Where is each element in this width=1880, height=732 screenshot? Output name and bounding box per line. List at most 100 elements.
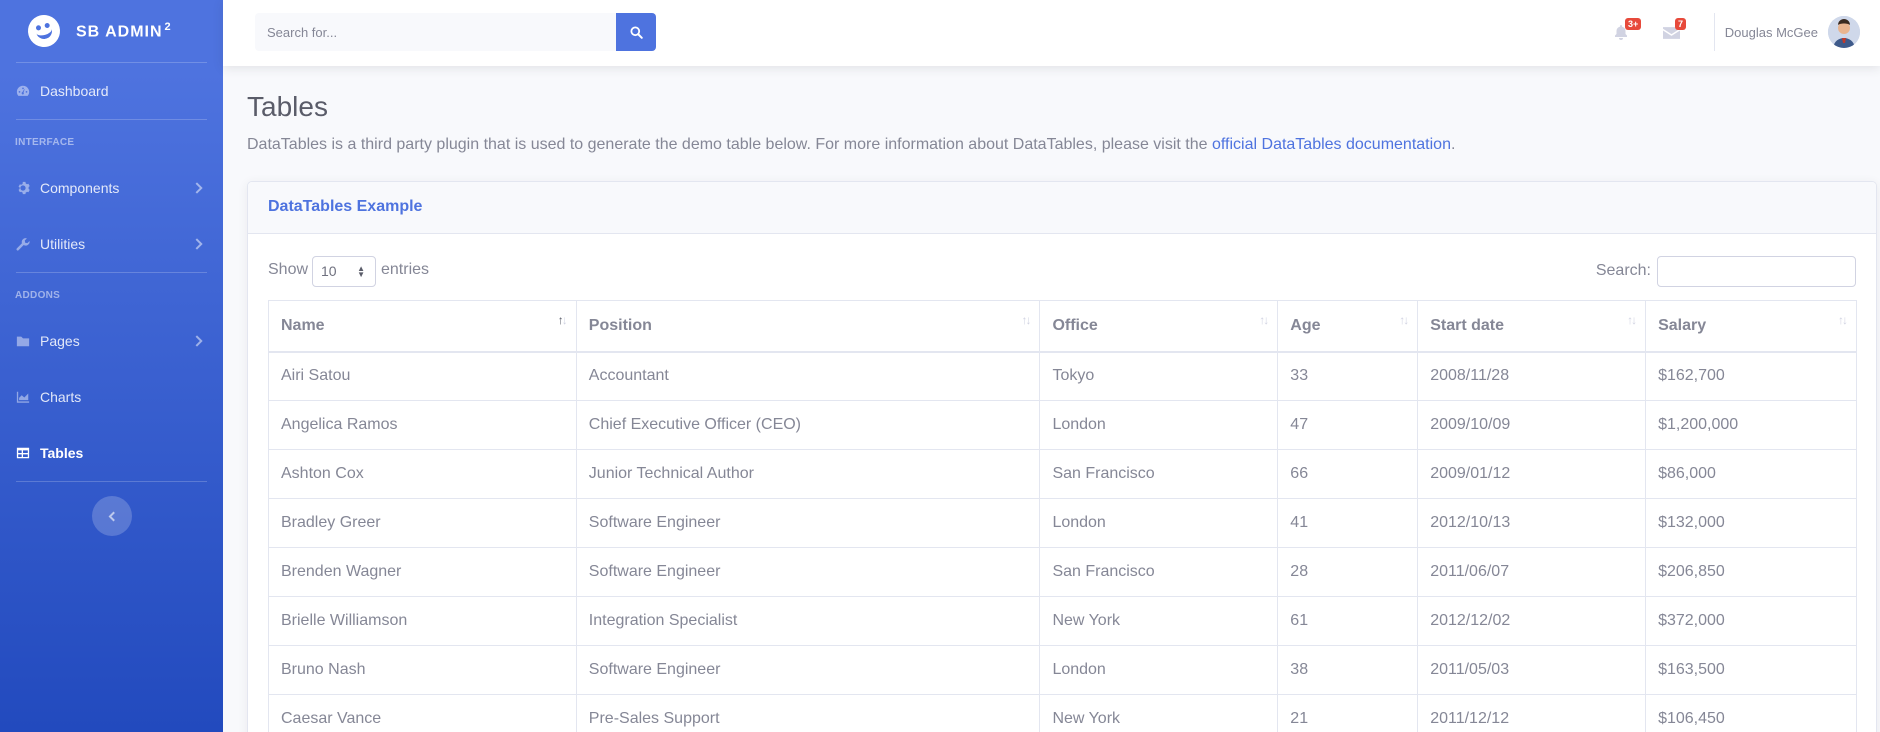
sidebar-item-dashboard[interactable]: Dashboard (0, 63, 223, 119)
sidebar-item-components[interactable]: Components (0, 160, 223, 216)
table-cell: Tokyo (1039, 351, 1279, 401)
sort-icon: ↑↓ (1838, 313, 1848, 327)
page-description: DataTables is a third party plugin that … (247, 136, 1455, 154)
column-header[interactable]: Position ↑↓ (575, 300, 1041, 353)
laugh-wink-icon (24, 11, 64, 51)
table-row: Caesar Vance Pre-Sales Support New York 21 2… (268, 694, 1857, 732)
chevron-right-icon (191, 238, 203, 250)
sidebar-item-pages[interactable]: Pages (0, 313, 223, 369)
brand-name: SB Admin 2 (76, 20, 172, 41)
chart-area-icon (16, 391, 30, 403)
alerts-dropdown[interactable]: 3+ (1613, 18, 1642, 44)
table-cell: Airi Satou (268, 351, 577, 401)
table-cell: $206,850 (1645, 547, 1857, 597)
user-avatar-icon (1828, 16, 1860, 48)
cog-icon (18, 181, 30, 195)
table-cell: Accountant (575, 351, 1041, 401)
table-row: Angelica Ramos Chief Executive Officer (C… (268, 400, 1857, 450)
column-header[interactable]: Name ↑↓ (268, 300, 577, 353)
table-body: Airi Satou Accountant Tokyo 33 2008/11/28 $16… (268, 351, 1857, 732)
entries-length-select[interactable]: 10 ▲ ▼ (312, 256, 376, 287)
column-header[interactable]: Salary ↑↓ (1645, 300, 1857, 353)
table-cell: 66 (1277, 449, 1419, 499)
table-controls: Show 10 ▲ ▼ entries Search: (268, 256, 1856, 288)
alerts-badge: 3+ (1625, 18, 1642, 30)
table-row: Brielle Williamson Integration Specialist… (268, 596, 1857, 646)
sort-icon: ↑↓ (1259, 313, 1269, 327)
table-cell: London (1039, 400, 1279, 450)
table-cell: Ashton Cox (268, 449, 577, 499)
table-cell: 2011/05/03 (1417, 645, 1647, 695)
chevron-left-icon (108, 511, 118, 521)
page-description-text: DataTables is a third party plugin that … (247, 136, 1212, 153)
data-table: Name ↑↓ Position ↑↓ Office ↑↓ Age ↑↓ Start date ↑… (268, 300, 1857, 732)
topbar-divider (1714, 13, 1715, 51)
table-cell: $1,200,000 (1645, 400, 1857, 450)
column-header-label: Salary (1658, 316, 1707, 334)
datatables-docs-link[interactable]: official DataTables documentation (1212, 136, 1451, 153)
table-cell: 21 (1277, 694, 1419, 732)
table-cell: San Francisco (1039, 449, 1279, 499)
table-cell: 47 (1277, 400, 1419, 450)
sidebar-item-charts[interactable]: Charts (0, 369, 223, 425)
table-cell: Chief Executive Officer (CEO) (575, 400, 1041, 450)
table-search-label: Search: (1595, 262, 1651, 279)
table-cell: San Francisco (1039, 547, 1279, 597)
sort-icon: ↑↓ (1021, 313, 1031, 327)
chevron-right-icon (191, 182, 203, 194)
messages-dropdown[interactable]: 7 (1663, 18, 1687, 44)
user-name[interactable]: Douglas McGee (1725, 25, 1818, 40)
table-cell: 2012/12/02 (1417, 596, 1647, 646)
table-cell: $86,000 (1645, 449, 1857, 499)
sidebar-item-label: Dashboard (40, 83, 109, 99)
table-cell: 2012/10/13 (1417, 498, 1647, 548)
table-search-input[interactable] (1657, 256, 1856, 287)
table-cell: 33 (1277, 351, 1419, 401)
sidebar-toggle-button[interactable] (91, 496, 132, 536)
sort-icon: ↑↓ (1627, 313, 1637, 327)
column-header[interactable]: Start date ↑↓ (1417, 300, 1647, 353)
sidebar-item-tables[interactable]: Tables (0, 425, 223, 481)
avatar[interactable] (1828, 16, 1860, 48)
search-input[interactable] (255, 13, 616, 51)
column-header[interactable]: Age ↑↓ (1277, 300, 1419, 353)
column-header-label: Name (281, 316, 325, 334)
table-cell: 2009/01/12 (1417, 449, 1647, 499)
table-cell: 2009/10/09 (1417, 400, 1647, 450)
messages-badge: 7 (1675, 18, 1687, 30)
table-cell: 2011/12/12 (1417, 694, 1647, 732)
table-cell: $132,000 (1645, 498, 1857, 548)
table-cell: 38 (1277, 645, 1419, 695)
table-cell: Software Engineer (575, 547, 1041, 597)
table-cell: Integration Specialist (575, 596, 1041, 646)
table-cell: London (1039, 498, 1279, 548)
table-cell: 28 (1277, 547, 1419, 597)
sidebar-divider (16, 481, 207, 482)
table-cell: Software Engineer (575, 498, 1041, 548)
table-row: Ashton Cox Junior Technical Author San Fra… (268, 449, 1857, 499)
column-header[interactable]: Office ↑↓ (1039, 300, 1279, 353)
entries-length-value: 10 (321, 263, 337, 279)
search-button[interactable] (616, 13, 656, 51)
page-title: Tables (247, 91, 328, 122)
sort-icon: ↑↓ (557, 313, 568, 327)
table-cell: 2008/11/28 (1417, 351, 1647, 401)
sidebar-item-utilities[interactable]: Utilities (0, 216, 223, 272)
table-cell: 41 (1277, 498, 1419, 548)
table-cell: Angelica Ramos (268, 400, 577, 450)
brand-link[interactable]: SB Admin 2 (0, 0, 223, 62)
sidebar-heading-interface: Interface (15, 137, 75, 148)
table-cell: Bradley Greer (268, 498, 577, 548)
sort-updown-icon: ▲ ▼ (357, 264, 365, 279)
table-cell: $163,500 (1645, 645, 1857, 695)
datatables-card: DataTables Example Show 10 ▲ ▼ entries Se… (247, 181, 1877, 732)
column-header-label: Office (1052, 316, 1098, 334)
chevron-right-icon (191, 335, 203, 347)
table-icon (16, 447, 30, 459)
card-title: DataTables Example (248, 182, 1876, 234)
table-row: Bradley Greer Software Engineer London 41 20… (268, 498, 1857, 548)
sidebar-heading-addons: Addons (15, 290, 61, 301)
sort-icon: ↑↓ (1399, 313, 1409, 327)
table-cell: 2011/06/07 (1417, 547, 1647, 597)
table-cell: $106,450 (1645, 694, 1857, 732)
